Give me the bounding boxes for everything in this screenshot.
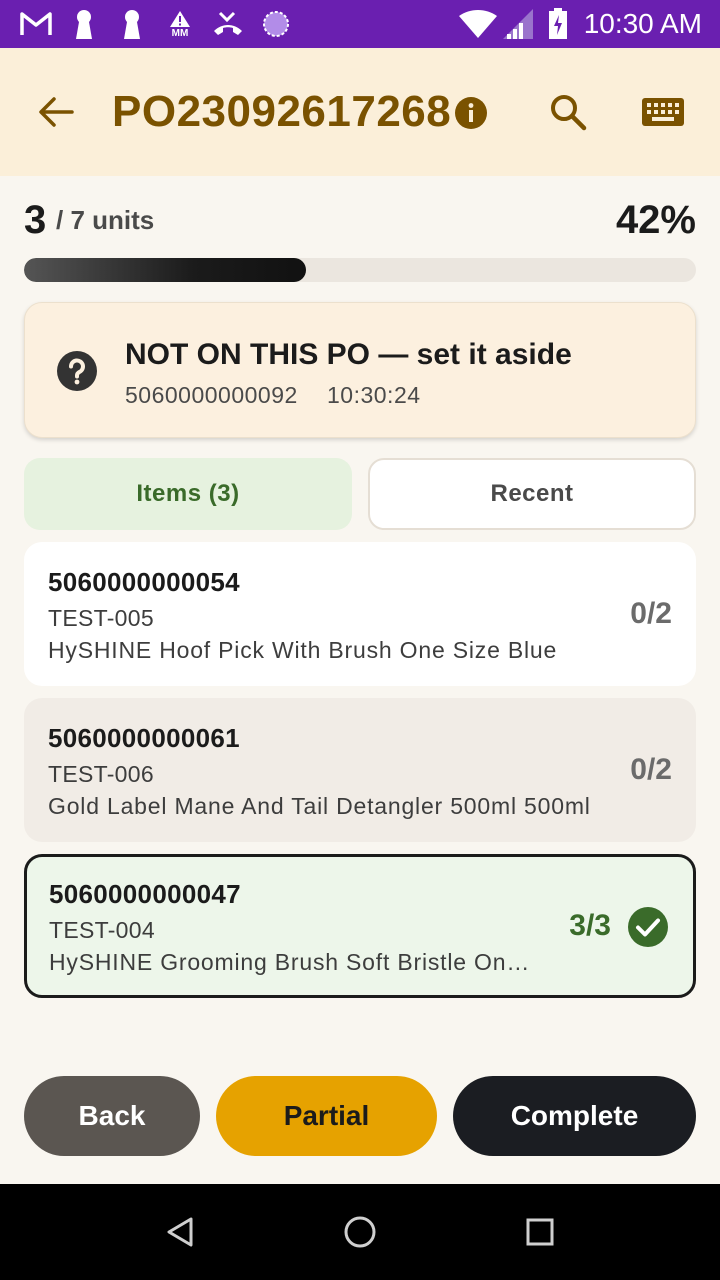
mm-warning-icon: MM bbox=[164, 8, 196, 40]
scanned-count: 3 bbox=[24, 198, 47, 242]
tab-items[interactable]: Items (3) bbox=[24, 458, 352, 530]
clock: 10:30 AM bbox=[583, 8, 702, 39]
progress-percent: 42% bbox=[615, 198, 696, 242]
keyhole-icon bbox=[116, 8, 148, 40]
item-sku: TEST-006 bbox=[48, 761, 154, 787]
partial-button[interactable]: Partial bbox=[216, 1076, 437, 1156]
item-barcode: 5060000000047 bbox=[49, 879, 241, 909]
item-sku: TEST-004 bbox=[49, 917, 155, 943]
check-circle-icon bbox=[627, 906, 669, 948]
circle-icon bbox=[260, 8, 292, 40]
complete-button[interactable]: Complete bbox=[453, 1076, 696, 1156]
system-nav-bar bbox=[0, 1184, 720, 1280]
status-bar: MM 10:30 AM bbox=[0, 0, 720, 48]
list-item[interactable]: 5060000000054 TEST-005 HySHINE Hoof Pick… bbox=[24, 542, 696, 686]
nav-recents-icon[interactable] bbox=[516, 1208, 564, 1256]
item-description: Gold Label Mane And Tail Detangler 500ml… bbox=[48, 793, 591, 819]
nav-home-icon[interactable] bbox=[336, 1208, 384, 1256]
item-quantity: 0/2 bbox=[630, 753, 672, 786]
progress-fill bbox=[24, 258, 307, 282]
keyhole-icon bbox=[68, 8, 100, 40]
progress-bar bbox=[24, 258, 696, 282]
alert-title: NOT ON THIS PO — set it aside bbox=[125, 338, 572, 371]
tab-recent[interactable]: Recent bbox=[368, 458, 696, 530]
item-quantity: 0/2 bbox=[630, 597, 672, 630]
alert-timestamp: 10:30:24 bbox=[327, 382, 421, 408]
info-icon[interactable] bbox=[454, 96, 488, 130]
item-sku: TEST-005 bbox=[48, 605, 154, 631]
gmail-icon bbox=[20, 8, 52, 40]
item-barcode: 5060000000054 bbox=[48, 567, 240, 597]
list-item[interactable]: 5060000000047 TEST-004 HySHINE Grooming … bbox=[24, 854, 696, 998]
missed-call-icon bbox=[212, 8, 244, 40]
keyboard-icon[interactable] bbox=[638, 90, 688, 134]
list-item[interactable]: 5060000000061 TEST-006 Gold Label Mane A… bbox=[24, 698, 696, 842]
wifi-icon bbox=[458, 8, 498, 40]
alert-barcode: 5060000000092 bbox=[125, 382, 298, 408]
item-description: HySHINE Hoof Pick With Brush One Size Bl… bbox=[48, 637, 558, 663]
item-description: HySHINE Grooming Brush Soft Bristle One … bbox=[49, 949, 541, 975]
signal-icon bbox=[502, 8, 534, 40]
mm-label: MM bbox=[171, 27, 189, 39]
search-icon[interactable] bbox=[544, 88, 592, 136]
item-barcode: 5060000000061 bbox=[48, 723, 240, 753]
page-title: PO23092617268 bbox=[112, 87, 452, 136]
help-circle-icon bbox=[57, 351, 97, 391]
back-button[interactable]: Back bbox=[24, 1076, 200, 1156]
nav-back-icon[interactable] bbox=[156, 1208, 204, 1256]
scan-alert-card: NOT ON THIS PO — set it aside 5060000000… bbox=[24, 302, 696, 438]
battery-charging-icon bbox=[542, 8, 574, 40]
arrow-back-icon[interactable] bbox=[32, 88, 80, 136]
item-quantity: 3/3 bbox=[569, 909, 611, 942]
units-total-label: / 7 units bbox=[56, 205, 155, 235]
app-bar: PO23092617268 bbox=[0, 48, 720, 176]
